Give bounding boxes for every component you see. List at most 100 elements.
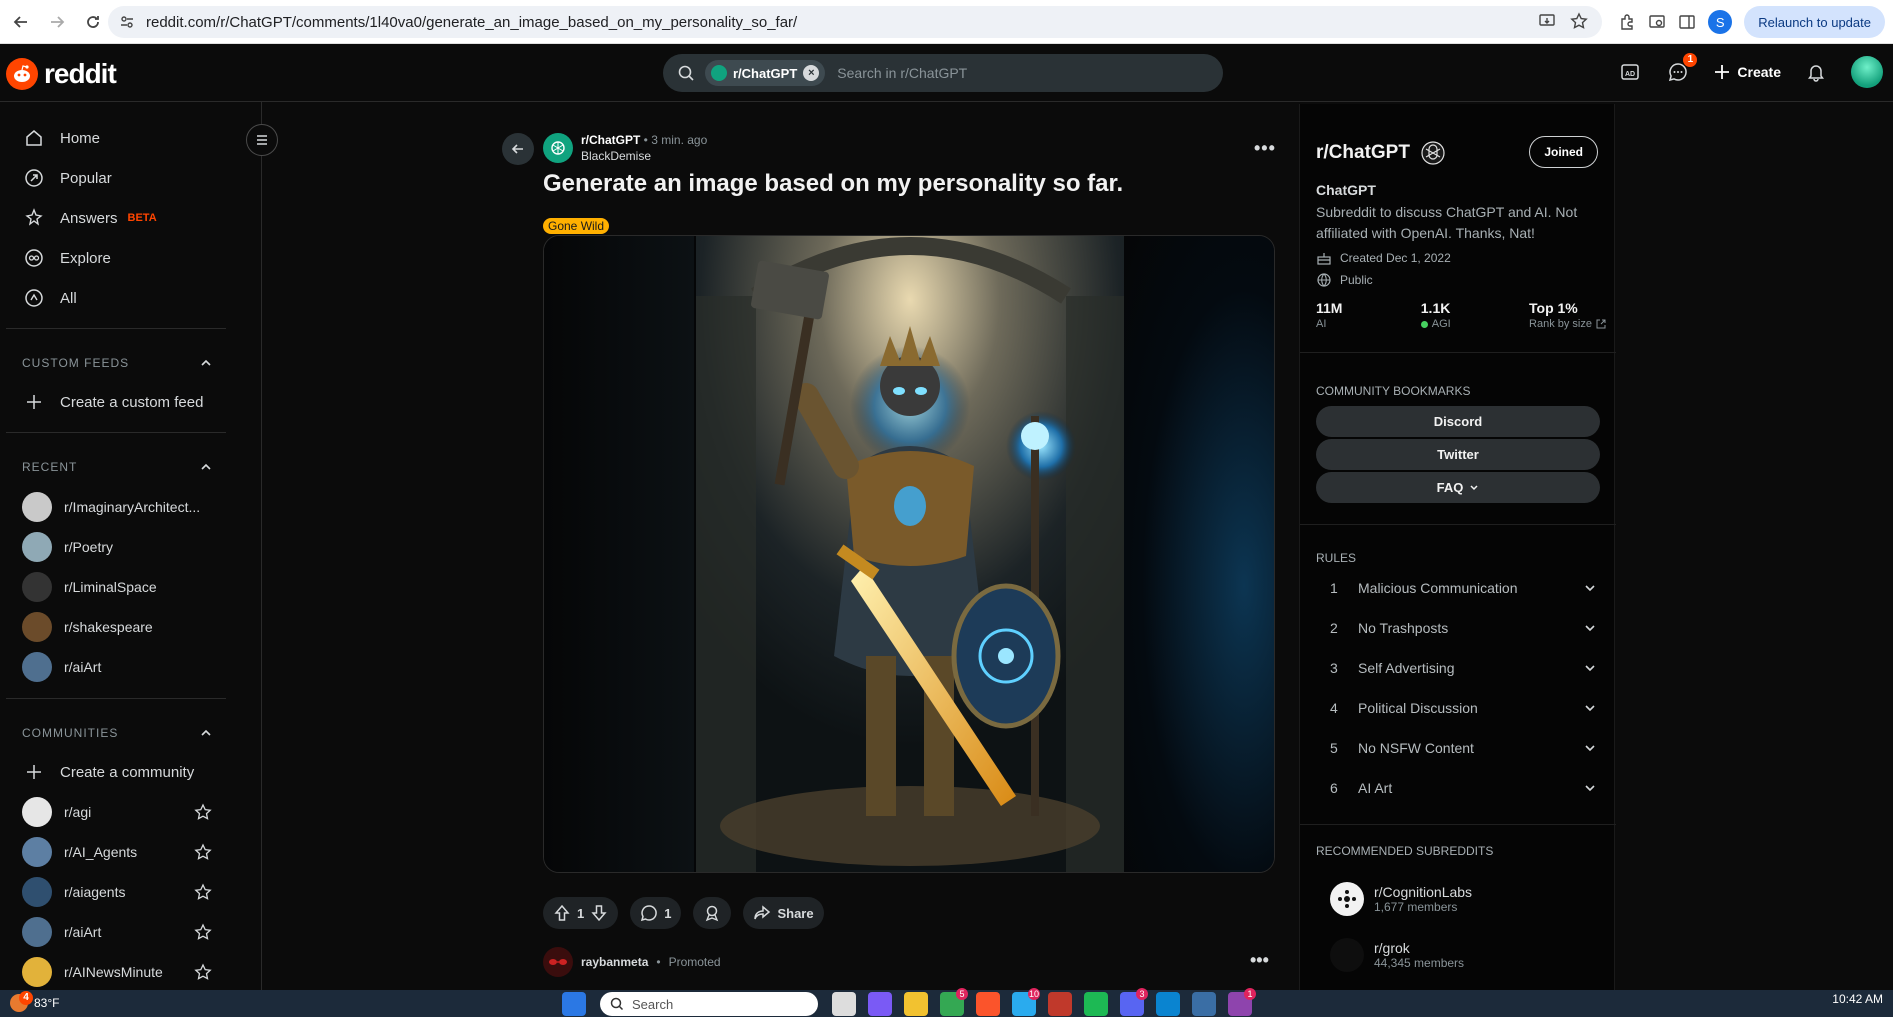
star-icon[interactable] [194,803,212,821]
spotify-icon[interactable] [1084,992,1108,1016]
post-author-link[interactable]: BlackDemise [581,148,707,164]
advertise-icon[interactable]: AD [1617,59,1643,85]
community-item[interactable]: r/aiagents [22,872,212,912]
nav-answers[interactable]: Answers BETA [22,198,242,238]
profile-avatar[interactable]: S [1708,10,1733,34]
reload-icon[interactable] [78,7,108,37]
popular-icon [22,168,46,188]
community-title[interactable]: r/ChatGPT [1316,142,1410,164]
copilot-icon[interactable] [868,992,892,1016]
recent-item[interactable]: r/ImaginaryArchitect... [22,487,212,527]
relaunch-button[interactable]: Relaunch to update [1744,6,1885,38]
collapse-sidebar-button[interactable] [246,124,278,156]
star-icon[interactable] [194,923,212,941]
forward-arrow-icon[interactable] [42,7,72,37]
sunglasses-icon[interactable] [543,947,573,977]
upvote-icon[interactable] [553,904,571,922]
chrome-icon[interactable]: 5 [940,988,968,1016]
custom-feeds-header[interactable]: CUSTOM FEEDS [22,356,212,370]
award-button[interactable] [693,897,732,929]
calendar-app-icon[interactable] [1048,992,1072,1016]
rule-item[interactable]: 3 Self Advertising [1330,648,1596,688]
bookmark-star-icon[interactable] [1570,12,1588,30]
install-app-icon[interactable] [1538,12,1556,30]
communities-header[interactable]: COMMUNITIES [22,726,212,740]
folder-icon[interactable] [904,992,928,1016]
telegram-icon[interactable]: 10 [1012,988,1040,1016]
address-bar[interactable]: reddit.com/r/ChatGPT/comments/1l40va0/ge… [108,6,1602,38]
sidebar-divider [6,328,226,329]
file-icon[interactable] [832,992,856,1016]
rank-stat[interactable]: Top 1% Rank by size [1529,300,1606,330]
star-icon[interactable] [194,883,212,901]
recent-header[interactable]: RECENT [22,460,212,474]
reddit-logo[interactable]: reddit [6,58,117,90]
extensions-icon[interactable] [1618,13,1636,31]
nav-home-label: Home [60,129,101,147]
rule-item[interactable]: 1 Malicious Communication [1330,568,1596,608]
sidebar-panel-icon[interactable] [1678,13,1696,31]
recent-item[interactable]: r/Poetry [22,527,212,567]
recommended-item[interactable]: r/CognitionLabs 1,677 members [1330,882,1472,916]
chat-icon[interactable]: 1 [1665,53,1698,85]
brave-icon[interactable] [976,992,1000,1016]
community-item[interactable]: r/AINewsMinute [22,952,212,990]
notification-bell-icon[interactable] [1803,59,1829,85]
create-button[interactable]: Create [1713,63,1781,81]
notes-icon[interactable] [1192,992,1216,1016]
community-item[interactable]: r/agi [22,792,212,832]
back-button[interactable] [502,133,534,165]
post-flair[interactable]: Gone Wild [543,218,610,234]
promoted-options-icon[interactable]: ••• [1250,950,1269,971]
promoted-author[interactable]: raybanmeta [581,955,648,969]
rule-item[interactable]: 5 No NSFW Content [1330,728,1596,768]
url-text[interactable]: reddit.com/r/ChatGPT/comments/1l40va0/ge… [146,14,797,31]
community-item[interactable]: r/AI_Agents [22,832,212,872]
rule-item[interactable]: 4 Political Discussion [1330,688,1596,728]
post-options-icon[interactable]: ••• [1254,138,1276,159]
bookmark-faq[interactable]: FAQ [1316,472,1600,503]
search-bar[interactable]: r/ChatGPT × Search in r/ChatGPT [663,54,1223,92]
windows-start-icon[interactable] [562,992,586,1016]
nav-home[interactable]: Home [22,118,242,158]
discord-icon[interactable]: 3 [1120,988,1148,1016]
joined-button[interactable]: Joined [1529,136,1598,168]
weather-widget[interactable]: 4 83°F [10,991,59,1012]
recent-item[interactable]: r/shakespeare [22,607,212,647]
teams-icon[interactable]: 1 [1228,988,1256,1016]
search-input[interactable]: Search in r/ChatGPT [837,65,967,81]
comments-button[interactable]: 1 [630,897,682,929]
tab-search-icon[interactable] [1648,13,1666,31]
share-button[interactable]: Share [743,897,824,929]
plus-icon [1713,63,1731,81]
community-item[interactable]: r/aiArt [22,912,212,952]
create-community[interactable]: Create a community [22,752,242,792]
taskbar-search[interactable]: Search [600,992,818,1016]
create-custom-feed[interactable]: Create a custom feed [22,382,242,422]
site-info-icon[interactable] [120,15,134,29]
post-subreddit-link[interactable]: r/ChatGPT [581,133,640,147]
chevron-down-icon [1584,622,1596,634]
search-scope-chip[interactable]: r/ChatGPT × [705,60,826,86]
bookmark-discord[interactable]: Discord [1316,406,1600,437]
downvote-icon[interactable] [590,904,608,922]
recommended-item[interactable]: r/grok 44,345 members [1330,938,1464,972]
recent-item[interactable]: r/LiminalSpace [22,567,212,607]
clear-scope-icon[interactable]: × [803,65,820,81]
edge-icon[interactable] [1156,992,1180,1016]
nav-popular[interactable]: Popular [22,158,242,198]
back-arrow-icon[interactable] [6,7,36,37]
rule-item[interactable]: 6 AI Art [1330,768,1596,808]
bookmark-twitter[interactable]: Twitter [1316,439,1600,470]
nav-explore[interactable]: Explore [22,238,242,278]
post-image[interactable] [543,235,1275,873]
community-name: r/AI_Agents [64,844,138,860]
star-icon[interactable] [194,963,212,981]
user-avatar[interactable] [1851,56,1883,88]
nav-all[interactable]: All [22,278,242,318]
clock[interactable]: 10:42 AM [1832,992,1883,1006]
recent-item[interactable]: r/aiArt [22,647,212,687]
chatgpt-logo-icon[interactable] [543,133,573,163]
rule-item[interactable]: 2 No Trashposts [1330,608,1596,648]
star-icon[interactable] [194,843,212,861]
